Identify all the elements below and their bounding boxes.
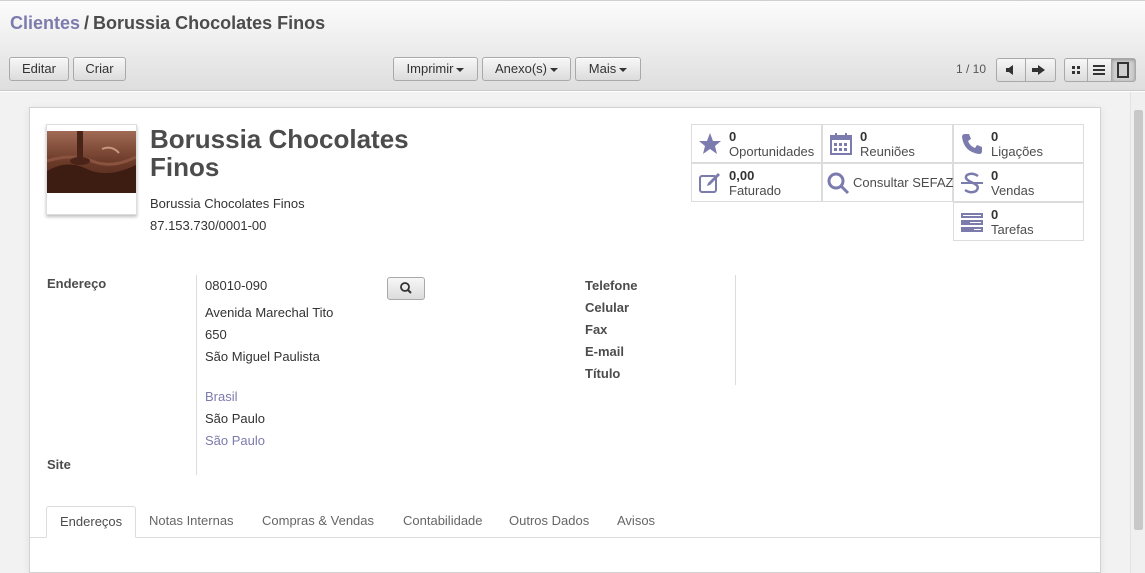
- print-dropdown-label: Imprimir: [406, 61, 454, 76]
- attachments-dropdown-label: Anexo(s): [494, 61, 548, 76]
- caret-down-icon: [456, 67, 465, 72]
- tab-other-data[interactable]: Outros Dados: [496, 506, 602, 538]
- vertical-scrollbar[interactable]: [1130, 92, 1145, 573]
- view-list-button[interactable]: [1088, 58, 1112, 82]
- more-dropdown-label: Mais: [588, 61, 617, 76]
- invoiced-label: Faturado: [729, 183, 782, 198]
- invoiced-button[interactable]: 0,00 Faturado: [691, 163, 822, 202]
- view-form-button[interactable]: [1112, 58, 1136, 82]
- tab-accounting[interactable]: Contabilidade: [390, 506, 496, 538]
- breadcrumb-clientes-link[interactable]: Clientes: [10, 13, 80, 33]
- print-dropdown[interactable]: Imprimir: [393, 57, 478, 81]
- control-panel: Clientes / Borussia Chocolates Finos Edita…: [0, 0, 1145, 91]
- address-label: Endereço: [47, 276, 107, 291]
- breadcrumb-current: Borussia Chocolates Finos: [93, 13, 326, 33]
- edit-button-label: Editar: [22, 61, 56, 76]
- city-link[interactable]: São Paulo: [205, 433, 265, 448]
- fax-label: Fax: [585, 322, 608, 337]
- address-divider: [196, 275, 197, 475]
- attachments-dropdown[interactable]: Anexo(s): [482, 57, 571, 81]
- breadcrumb: Clientes / Borussia Chocolates Finos: [10, 13, 325, 34]
- partner-company-name: Borussia Chocolates Finos: [150, 196, 305, 211]
- view-kanban-button[interactable]: [1064, 58, 1088, 82]
- edit-button[interactable]: Editar: [9, 57, 69, 81]
- zip-search-button[interactable]: [387, 277, 425, 300]
- search-icon: [400, 282, 412, 294]
- edit-icon: [699, 173, 720, 193]
- tab-internal-notes[interactable]: Notas Internas: [136, 506, 247, 538]
- caret-down-icon: [619, 67, 628, 72]
- partner-cnpj: 87.153.730/0001-00: [150, 218, 267, 233]
- phone-icon: [962, 134, 982, 154]
- arrow-left-icon: [1006, 65, 1013, 75]
- site-label: Site: [47, 457, 71, 472]
- invoiced-amount: 0,00: [729, 168, 755, 183]
- meetings-button[interactable]: 0 Reuniões: [822, 124, 953, 163]
- email-label: E-mail: [585, 344, 625, 359]
- sales-button[interactable]: 0 Vendas: [953, 163, 1084, 202]
- strikethrough-icon: [961, 172, 983, 194]
- tasks-count: 0: [991, 207, 999, 222]
- tasks-label: Tarefas: [991, 222, 1034, 237]
- country-link[interactable]: Brasil: [205, 389, 238, 404]
- number-field: 650: [205, 327, 227, 342]
- tab-warnings[interactable]: Avisos: [604, 506, 668, 538]
- pager-next-button[interactable]: [1026, 58, 1056, 82]
- list-icon: [1093, 65, 1105, 75]
- chocolate-image: [47, 131, 136, 193]
- opportunities-button[interactable]: 0 Oportunidades: [691, 124, 822, 163]
- state-field: São Paulo: [205, 411, 265, 426]
- contact-divider: [735, 275, 736, 385]
- sales-count: 0: [991, 168, 999, 183]
- pager-previous-button[interactable]: [996, 58, 1026, 82]
- pager-value[interactable]: 1 / 10: [956, 62, 986, 76]
- tab-addresses[interactable]: Endereços: [46, 506, 137, 538]
- form-icon: [1117, 62, 1129, 78]
- scrollbar-thumb[interactable]: [1134, 110, 1143, 530]
- calendar-icon: [830, 133, 852, 155]
- partner-image: [46, 124, 137, 215]
- calls-count: 0: [991, 129, 999, 144]
- sales-label: Vendas: [991, 183, 1035, 198]
- create-button-label: Criar: [85, 61, 114, 76]
- meetings-count: 0: [860, 129, 868, 144]
- phone-label: Telefone: [585, 278, 638, 293]
- tasks-icon: [961, 213, 983, 232]
- district-field: São Miguel Paulista: [205, 349, 320, 364]
- street-field: Avenida Marechal Tito: [205, 305, 334, 320]
- consult-sefaz-button[interactable]: Consultar SEFAZ: [822, 163, 953, 202]
- mobile-label: Celular: [585, 300, 630, 315]
- notebook-tabs: Endereços Notas Internas Compras & Venda…: [30, 506, 1100, 538]
- opportunities-label: Oportunidades: [729, 144, 815, 159]
- meetings-label: Reuniões: [860, 144, 915, 159]
- breadcrumb-separator: /: [84, 13, 90, 33]
- more-dropdown[interactable]: Mais: [575, 57, 641, 81]
- calls-button[interactable]: 0 Ligações: [953, 124, 1084, 163]
- create-button[interactable]: Criar: [73, 57, 126, 81]
- star-icon: [699, 133, 721, 154]
- search-icon: [827, 172, 850, 195]
- title-label: Título: [585, 366, 621, 381]
- zip-field: 08010-090: [205, 278, 268, 293]
- tab-purchases-sales[interactable]: Compras & Vendas: [249, 506, 387, 538]
- arrow-right-icon: [1032, 65, 1045, 75]
- form-sheet: Borussia Chocolates Finos Borussia Choco…: [29, 107, 1101, 573]
- opportunities-count: 0: [729, 129, 737, 144]
- tasks-button[interactable]: 0 Tarefas: [953, 202, 1084, 241]
- th-large-icon: [1072, 66, 1080, 74]
- caret-down-icon: [550, 67, 559, 72]
- consult-sefaz-label: Consultar SEFAZ: [853, 175, 954, 190]
- partner-name-title: Borussia Chocolates Finos: [150, 124, 409, 182]
- calls-label: Ligações: [991, 144, 1044, 159]
